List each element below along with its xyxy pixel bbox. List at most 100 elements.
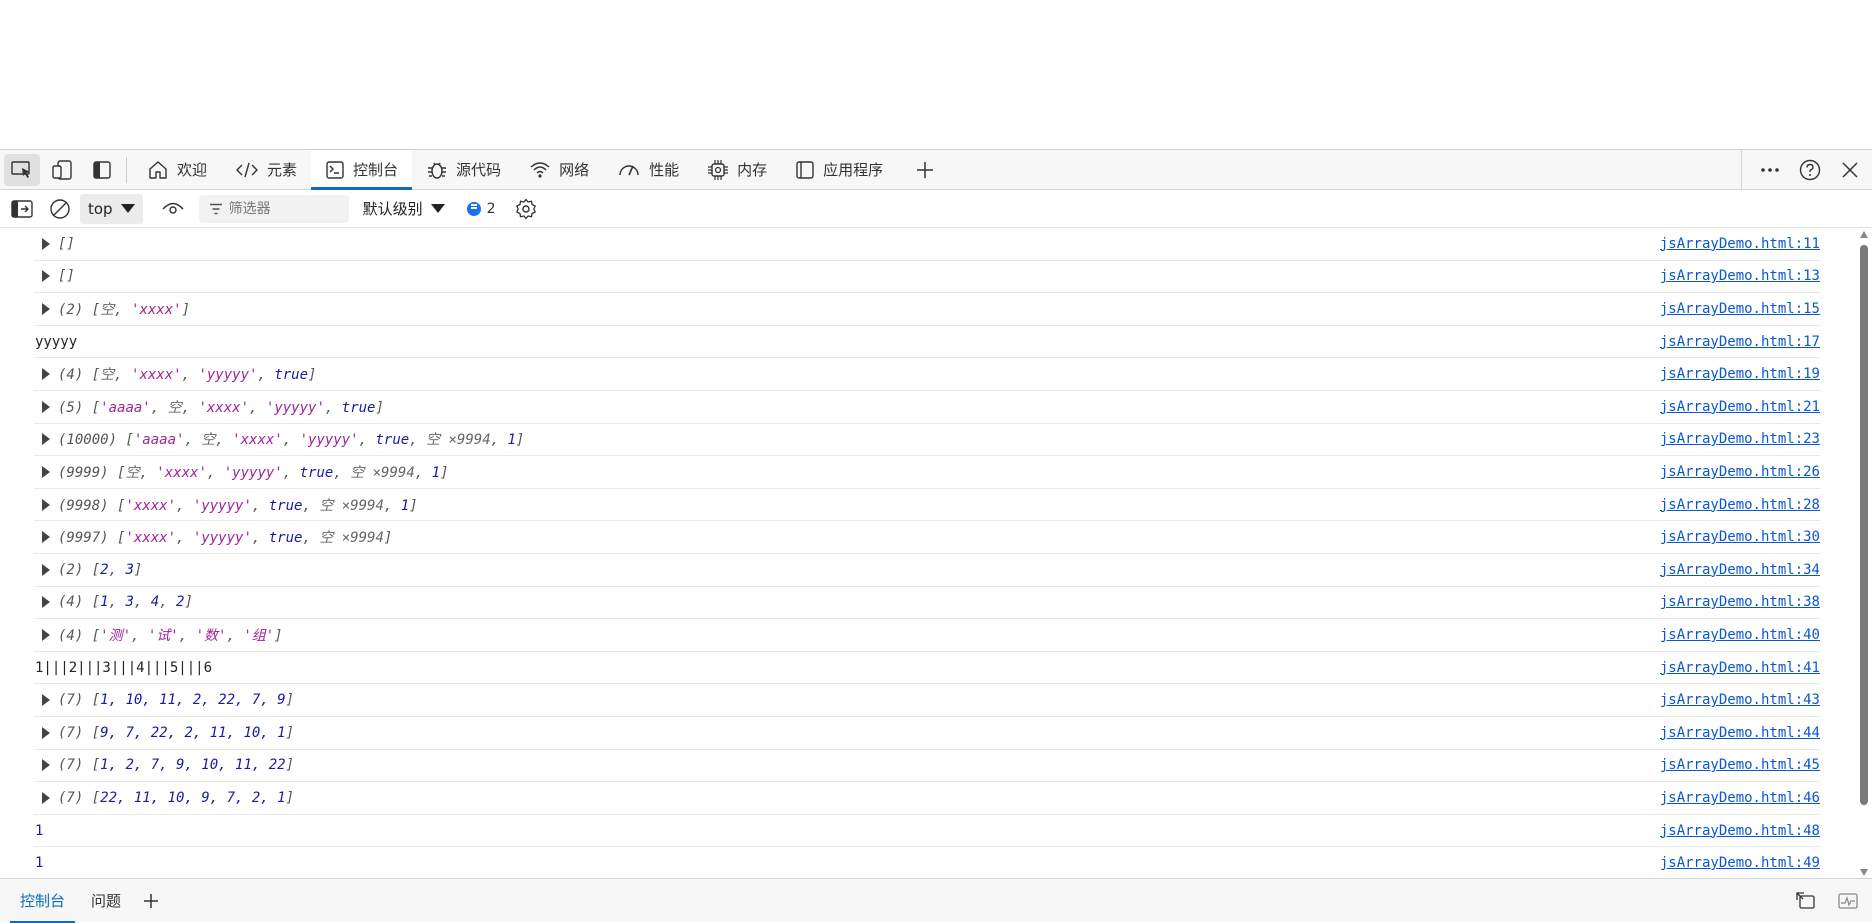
expand-triangle-icon[interactable] (42, 465, 50, 478)
drawer-add-tool-button[interactable] (133, 883, 169, 919)
log-token: ] (383, 530, 393, 547)
source-link[interactable]: jsArrayDemo.html:49 (1660, 855, 1820, 871)
source-link[interactable]: jsArrayDemo.html:13 (1660, 268, 1820, 284)
expand-triangle-icon[interactable] (42, 628, 50, 641)
source-link[interactable]: jsArrayDemo.html:38 (1660, 594, 1820, 610)
log-token: 4 (150, 594, 160, 611)
source-link[interactable]: jsArrayDemo.html:40 (1660, 627, 1820, 643)
source-link[interactable]: jsArrayDemo.html:17 (1660, 334, 1820, 350)
source-link[interactable]: jsArrayDemo.html:45 (1660, 757, 1820, 773)
source-link[interactable]: jsArrayDemo.html:30 (1660, 529, 1820, 545)
tab-elements[interactable]: 元素 (221, 150, 311, 190)
tab-console[interactable]: 控制台 (311, 149, 413, 190)
log-row[interactable]: [] jsArrayDemo.html:13 (34, 261, 1820, 294)
console-log-area[interactable]: [] jsArrayDemo.html:11 [] jsArrayDemo.html:… (0, 228, 1872, 878)
source-link[interactable]: jsArrayDemo.html:23 (1660, 431, 1820, 447)
log-row[interactable]: (5) ['aaaa', 空, 'xxxx', 'yyyyy', true] js… (34, 391, 1820, 424)
tab-sources[interactable]: 源代码 (412, 150, 515, 190)
log-row[interactable]: (7) [1, 2, 7, 9, 10, 11, 22] jsArrayDemo.… (34, 750, 1820, 783)
expand-triangle-icon[interactable] (42, 596, 50, 609)
expand-triangle-icon[interactable] (42, 237, 50, 250)
source-link[interactable]: jsArrayDemo.html:28 (1660, 497, 1820, 513)
log-row[interactable]: (4) ['测', '试', '数', '组'] jsArrayDemo.html… (34, 619, 1820, 652)
toolbar-right-group (1741, 150, 1872, 190)
expand-triangle-icon[interactable] (42, 694, 50, 707)
plus-icon (917, 161, 934, 178)
source-link[interactable]: jsArrayDemo.html:46 (1660, 790, 1820, 806)
expand-triangle-icon[interactable] (42, 302, 50, 315)
log-token: , (249, 399, 266, 416)
log-message: (4) [1, 3, 4, 2] (58, 594, 193, 610)
source-link[interactable]: jsArrayDemo.html:21 (1660, 399, 1820, 415)
expand-triangle-icon[interactable] (42, 531, 50, 544)
log-row[interactable]: (2) [2, 3] jsArrayDemo.html:34 (34, 554, 1820, 587)
source-link[interactable]: jsArrayDemo.html:26 (1660, 464, 1820, 480)
tab-network[interactable]: 网络 (515, 150, 603, 190)
log-row[interactable]: (9998) ['xxxx', 'yyyyy', true, 空 ×9994, … (34, 489, 1820, 522)
live-expression-button[interactable] (157, 194, 189, 224)
expand-triangle-icon[interactable] (42, 563, 50, 576)
log-scrollbar[interactable] (1858, 231, 1870, 876)
source-link[interactable]: jsArrayDemo.html:34 (1660, 562, 1820, 578)
tab-memory[interactable]: 内存 (693, 150, 781, 190)
drawer-tab-issues[interactable]: 问题 (81, 879, 131, 923)
filter-icon (209, 203, 222, 214)
scroll-up-arrow[interactable] (1860, 231, 1868, 238)
log-row[interactable]: (7) [22, 11, 10, 9, 7, 2, 1] jsArrayDemo.… (34, 782, 1820, 815)
more-options-button[interactable] (1752, 154, 1788, 186)
devtools-panel: 欢迎 元素 控制台 源代码 网络 性能 内存 应用程序 top 筛选器 默认级别… (0, 149, 1872, 923)
log-row[interactable]: (7) [9, 7, 22, 2, 11, 10, 1] jsArrayDemo.… (34, 717, 1820, 750)
source-link[interactable]: jsArrayDemo.html:41 (1660, 660, 1820, 676)
log-row[interactable]: (9999) [空, 'xxxx', 'yyyyy', true, 空 ×999… (34, 456, 1820, 489)
tab-application[interactable]: 应用程序 (781, 150, 897, 190)
log-row: 1|||2|||3|||4|||5|||6 jsArrayDemo.html:41 (34, 652, 1820, 685)
clear-console-button[interactable] (44, 194, 76, 224)
add-tool-button[interactable] (907, 152, 943, 188)
expand-triangle-icon[interactable] (42, 400, 50, 413)
message-count-badge[interactable]: 2 (466, 201, 496, 217)
log-token: ] (285, 757, 295, 774)
tab-performance[interactable]: 性能 (603, 150, 693, 190)
expand-triangle-icon[interactable] (42, 433, 50, 446)
log-row[interactable]: (10000) ['aaaa', 空, 'xxxx', 'yyyyy', tru… (34, 424, 1820, 457)
expand-triangle-icon[interactable] (42, 270, 50, 283)
drawer-tab-console[interactable]: 控制台 (10, 879, 76, 923)
log-token: (7) [ (58, 692, 101, 709)
log-row[interactable]: (4) [1, 3, 4, 2] jsArrayDemo.html:38 (34, 587, 1820, 620)
close-devtools-button[interactable] (1832, 154, 1868, 186)
tab-welcome[interactable]: 欢迎 (133, 150, 221, 190)
source-link[interactable]: jsArrayDemo.html:48 (1660, 823, 1820, 839)
device-emulation-button[interactable] (44, 154, 80, 186)
activity-monitor-icon[interactable] (1838, 893, 1858, 909)
log-token: , (181, 367, 199, 384)
expand-triangle-icon[interactable] (42, 498, 50, 511)
expand-triangle-icon[interactable] (42, 368, 50, 381)
expand-triangle-icon[interactable] (42, 726, 50, 739)
toggle-sidebar-button[interactable] (6, 194, 38, 224)
dock-side-button[interactable] (84, 154, 120, 186)
filter-input[interactable] (228, 200, 339, 217)
source-link[interactable]: jsArrayDemo.html:19 (1660, 366, 1820, 382)
expand-triangle-icon[interactable] (42, 791, 50, 804)
expand-triangle-icon[interactable] (42, 759, 50, 772)
log-row[interactable]: (9997) ['xxxx', 'yyyyy', true, 空 ×9994] j… (34, 521, 1820, 554)
source-link[interactable]: jsArrayDemo.html:44 (1660, 725, 1820, 741)
scroll-down-arrow[interactable] (1860, 869, 1868, 876)
scroll-thumb[interactable] (1860, 245, 1868, 805)
log-row[interactable]: (7) [1, 10, 11, 2, 22, 7, 9] jsArrayDemo.… (34, 684, 1820, 717)
log-row[interactable]: [] jsArrayDemo.html:11 (34, 228, 1820, 261)
log-level-selector[interactable]: 默认级别 (363, 198, 445, 219)
log-row[interactable]: (4) [空, 'xxxx', 'yyyyy', true] jsArrayDem… (34, 358, 1820, 391)
source-link[interactable]: jsArrayDemo.html:43 (1660, 692, 1820, 708)
source-link[interactable]: jsArrayDemo.html:11 (1660, 236, 1820, 252)
help-button[interactable] (1792, 154, 1828, 186)
dock-to-drawer-icon[interactable] (1796, 892, 1816, 910)
console-settings-button[interactable] (510, 194, 542, 224)
log-row[interactable]: (2) [空, 'xxxx'] jsArrayDemo.html:15 (34, 293, 1820, 326)
context-selector[interactable]: top (80, 193, 143, 224)
log-token: 'yyyyy' (198, 367, 258, 384)
source-link[interactable]: jsArrayDemo.html:15 (1660, 301, 1820, 317)
inspect-element-button[interactable] (4, 153, 40, 186)
log-token: , (358, 432, 376, 449)
log-token: 2 (100, 561, 109, 578)
